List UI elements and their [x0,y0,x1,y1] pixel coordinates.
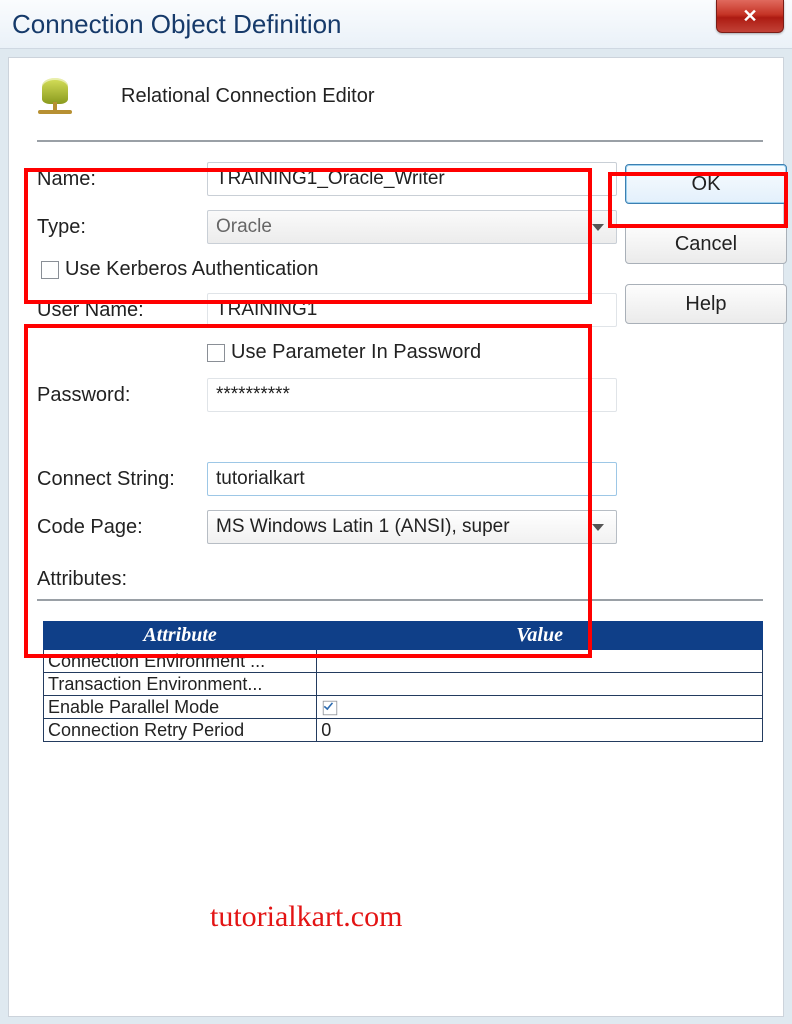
chevron-down-icon [592,524,604,531]
close-button[interactable]: ✕ [716,0,784,33]
name-label: Name: [37,168,207,191]
code-page-label: Code Page: [37,516,207,539]
password-input[interactable] [207,378,617,412]
table-row[interactable]: Transaction Environment... [44,673,763,696]
enable-parallel-checkbox[interactable] [323,701,337,715]
table-row[interactable]: Connection Environment ... [44,650,763,673]
connect-string-label: Connect String: [37,468,207,491]
type-select-value: Oracle [216,216,272,238]
dialog-panel: Relational Connection Editor Name: Type:… [8,57,784,1017]
kerberos-checkbox[interactable] [41,261,59,279]
use-param-password-label: Use Parameter In Password [231,341,481,364]
code-page-value: MS Windows Latin 1 (ANSI), super [216,516,510,538]
attributes-table: Attribute Value Connection Environment .… [43,621,763,742]
form-fields: Name: Type: Oracle Use Kerberos Authenti… [37,162,617,558]
table-row[interactable]: Connection Retry Period 0 [44,719,763,742]
code-page-select[interactable]: MS Windows Latin 1 (ANSI), super [207,510,617,544]
ok-button[interactable]: OK [625,164,787,204]
attributes-header-attr: Attribute [44,622,317,650]
attributes-divider [37,599,763,601]
titlebar: Connection Object Definition ✕ [0,0,792,49]
editor-title: Relational Connection Editor [121,85,375,108]
database-icon [37,76,73,116]
chevron-down-icon [592,224,604,231]
editor-header: Relational Connection Editor [37,76,763,142]
username-label: User Name: [37,299,207,322]
use-param-password-checkbox[interactable] [207,344,225,362]
attributes-header-val: Value [317,622,763,650]
window-title: Connection Object Definition [12,9,342,40]
cancel-button[interactable]: Cancel [625,224,787,264]
attributes-label: Attributes: [37,568,763,591]
connect-string-input[interactable] [207,462,617,496]
button-column: OK Cancel Help [625,162,787,558]
password-label: Password: [37,384,207,407]
name-input[interactable] [207,162,617,196]
type-label: Type: [37,216,207,239]
kerberos-label: Use Kerberos Authentication [65,258,319,281]
type-select[interactable]: Oracle [207,210,617,244]
close-icon: ✕ [742,6,757,27]
help-button[interactable]: Help [625,284,787,324]
username-input[interactable] [207,293,617,327]
watermark-text: tutorialkart.com [210,900,402,934]
table-row[interactable]: Enable Parallel Mode [44,696,763,719]
